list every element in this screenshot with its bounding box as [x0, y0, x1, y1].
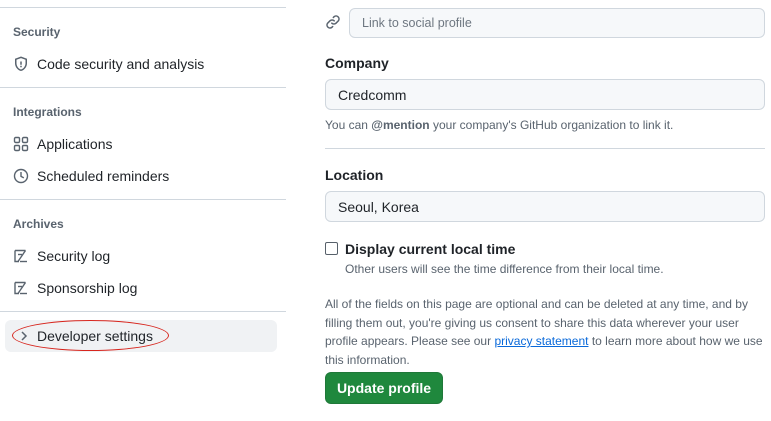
- sidebar-item-label: Developer settings: [37, 328, 153, 344]
- location-input[interactable]: Seoul, Korea: [325, 191, 765, 222]
- shield-icon: [13, 56, 29, 72]
- sidebar-item-scheduled-reminders[interactable]: Scheduled reminders: [5, 160, 277, 192]
- sidebar-item-applications[interactable]: Applications: [5, 128, 277, 160]
- sidebar-item-label: Security log: [37, 248, 111, 264]
- company-input[interactable]: Credcomm: [325, 79, 765, 110]
- sidebar-divider: [0, 199, 286, 200]
- social-profile-input[interactable]: Link to social profile: [349, 8, 765, 38]
- local-time-checkbox[interactable]: [325, 242, 338, 255]
- sidebar-item-label: Code security and analysis: [37, 56, 205, 72]
- sidebar-item-code-security[interactable]: Code security and analysis: [5, 48, 277, 80]
- settings-sidebar: Security Code security and analysis Inte…: [0, 0, 286, 421]
- location-label: Location: [325, 167, 384, 183]
- privacy-info-text: All of the fields on this page are optio…: [325, 297, 763, 367]
- sidebar-item-label: Scheduled reminders: [37, 168, 170, 184]
- company-note: You can @mention your company's GitHub o…: [325, 118, 674, 132]
- privacy-statement-link[interactable]: privacy statement: [494, 334, 588, 348]
- sidebar-item-label: Sponsorship log: [37, 280, 138, 296]
- sidebar-divider: [0, 7, 286, 8]
- section-title-integrations: Integrations: [13, 105, 82, 119]
- local-time-note: Other users will see the time difference…: [345, 262, 664, 276]
- local-time-label: Display current local time: [345, 241, 516, 257]
- section-title-security: Security: [13, 25, 61, 39]
- company-label: Company: [325, 55, 389, 71]
- sidebar-item-sponsorship-log[interactable]: Sponsorship log: [5, 272, 277, 304]
- section-title-archives: Archives: [13, 217, 64, 231]
- chevron-right-icon: [19, 328, 29, 344]
- update-profile-button[interactable]: Update profile: [325, 372, 443, 404]
- sidebar-divider: [0, 311, 286, 312]
- sidebar-item-developer-settings[interactable]: Developer settings: [5, 320, 277, 352]
- clock-icon: [13, 168, 29, 184]
- sidebar-divider: [0, 87, 286, 88]
- sidebar-item-security-log[interactable]: Security log: [5, 240, 277, 272]
- log-icon: [13, 280, 29, 296]
- form-divider: [325, 148, 765, 149]
- log-icon: [13, 248, 29, 264]
- link-icon: [325, 14, 341, 30]
- sidebar-item-label: Applications: [37, 136, 113, 152]
- mention-text: @mention: [371, 118, 430, 132]
- apps-grid-icon: [13, 136, 29, 152]
- profile-form: Link to social profile Company Credcomm …: [325, 0, 765, 421]
